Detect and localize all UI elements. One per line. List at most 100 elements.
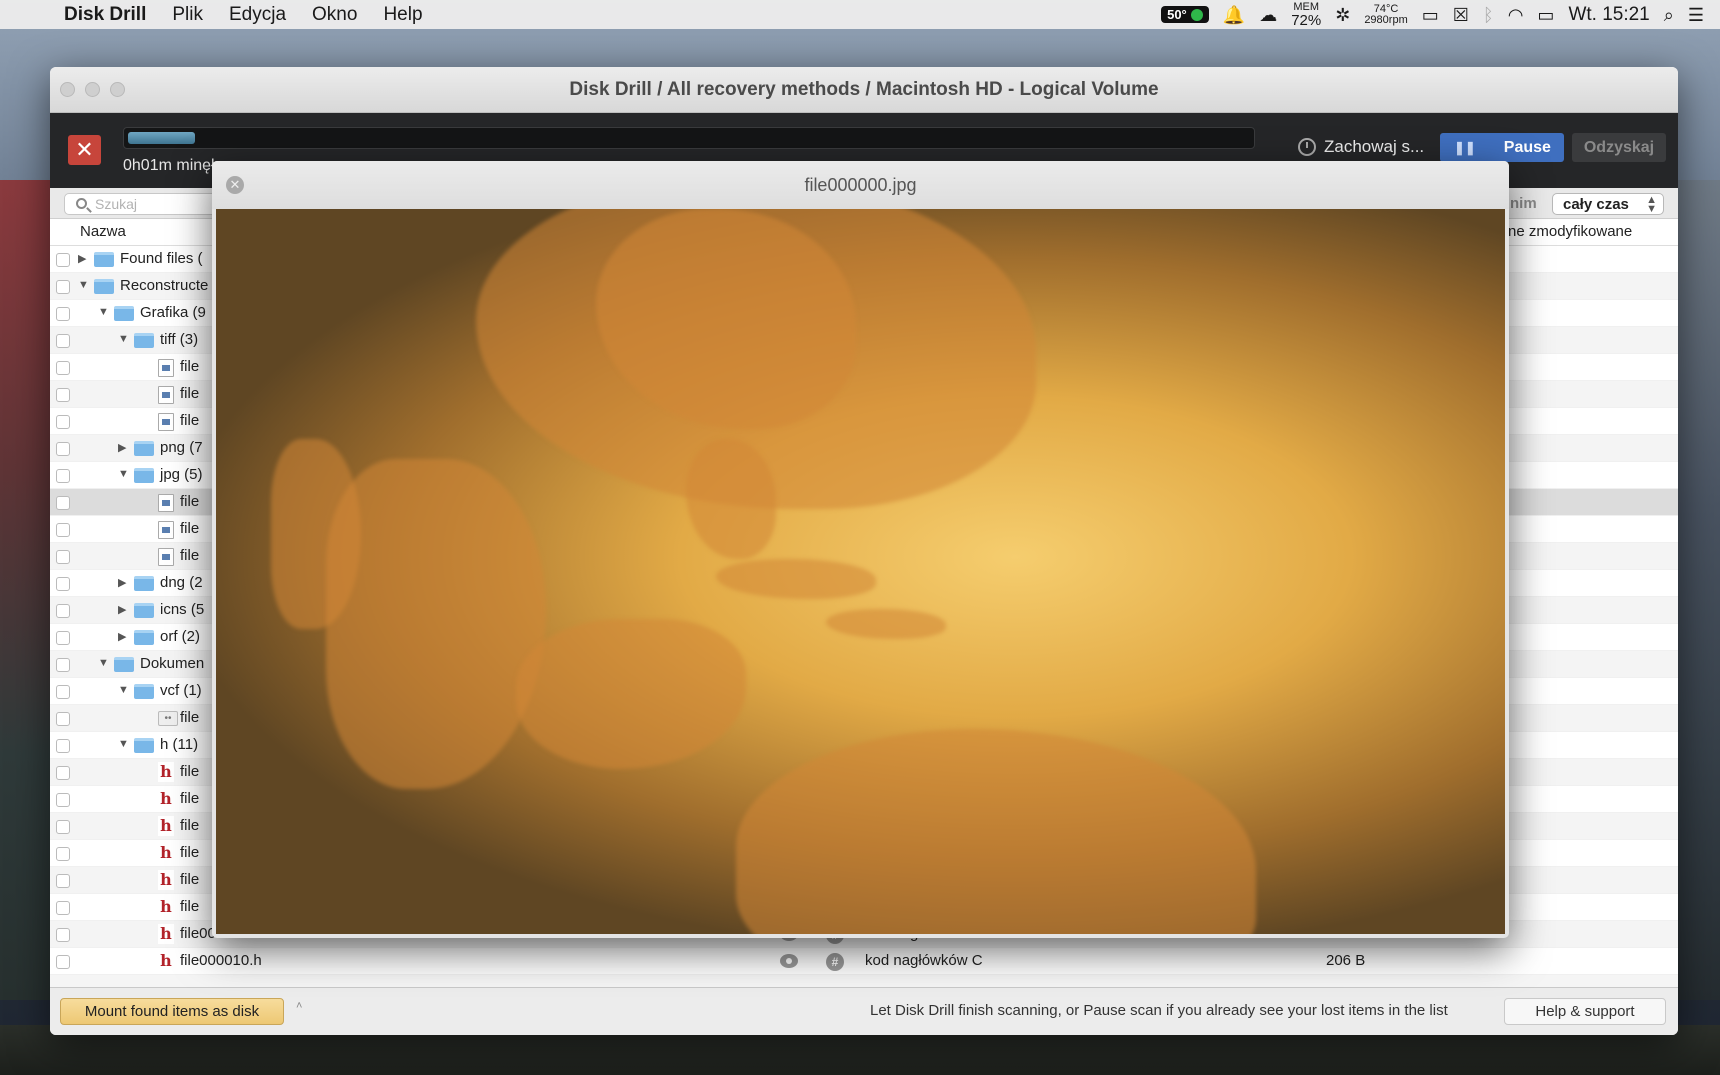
window-titlebar[interactable]: Disk Drill / All recovery methods / Maci… [50, 67, 1678, 113]
header-file-icon: h [158, 870, 174, 890]
row-checkbox[interactable] [56, 334, 70, 348]
row-label: png (7 [160, 439, 203, 456]
row-checkbox[interactable] [56, 550, 70, 564]
row-checkbox[interactable] [56, 712, 70, 726]
notification-center-icon[interactable]: ☰ [1688, 6, 1704, 24]
row-checkbox[interactable] [56, 766, 70, 780]
row-label: file [180, 898, 200, 915]
disclosure-collapsed-icon[interactable]: ▶ [118, 630, 126, 643]
row-checkbox[interactable] [56, 901, 70, 915]
row-checkbox[interactable] [56, 955, 70, 969]
preview-close-button[interactable]: ✕ [226, 176, 244, 194]
mount-disk-button[interactable]: Mount found items as disk [60, 998, 284, 1025]
row-checkbox[interactable] [56, 388, 70, 402]
menu-okno[interactable]: Okno [312, 4, 357, 26]
header-file-icon: h [158, 951, 174, 971]
image-file-icon [158, 413, 174, 431]
menu-help[interactable]: Help [383, 4, 422, 26]
row-checkbox[interactable] [56, 496, 70, 510]
row-checkbox[interactable] [56, 658, 70, 672]
disclosure-expanded-icon[interactable]: ▼ [118, 684, 129, 696]
battery-icon[interactable]: ▭ [1537, 6, 1554, 24]
row-checkbox[interactable] [56, 415, 70, 429]
row-label: file000010.h [180, 952, 262, 969]
disclosure-expanded-icon[interactable]: ▼ [118, 468, 129, 480]
row-label: file [180, 790, 200, 807]
preview-titlebar[interactable]: ✕ file000000.jpg [212, 161, 1509, 209]
time-filter-select[interactable]: cały czas ▲ ▼ [1552, 193, 1664, 215]
close-window-button[interactable] [60, 82, 75, 97]
folder-icon [134, 468, 154, 483]
quick-look-preview: ✕ file000000.jpg [212, 161, 1509, 938]
row-size: 206 B [1326, 952, 1366, 969]
fan-icon[interactable]: ✲ [1335, 6, 1350, 24]
row-checkbox[interactable] [56, 928, 70, 942]
bluetooth-icon[interactable]: ᛒ [1483, 6, 1494, 24]
row-checkbox[interactable] [56, 307, 70, 321]
cpu-status[interactable]: 74°C 2980rpm [1364, 3, 1407, 26]
row-checkbox[interactable] [56, 442, 70, 456]
recover-button[interactable]: Odzyskaj [1572, 133, 1666, 162]
row-checkbox[interactable] [56, 523, 70, 537]
row-checkbox[interactable] [56, 604, 70, 618]
scan-hint: Let Disk Drill finish scanning, or Pause… [870, 1002, 1448, 1019]
menu-edycja[interactable]: Edycja [229, 4, 286, 26]
row-checkbox[interactable] [56, 874, 70, 888]
elapsed-time: 0h01m minęło [123, 157, 224, 174]
save-session-button[interactable]: Zachowaj s... [1298, 137, 1424, 157]
row-checkbox[interactable] [56, 793, 70, 807]
map-landmass-florida [686, 439, 776, 559]
file-row[interactable]: h file000010.h # kod nagłówków C 206 B [50, 948, 1678, 975]
help-support-button[interactable]: Help & support [1504, 998, 1666, 1025]
hash-icon[interactable]: # [826, 953, 844, 971]
creative-cloud-icon[interactable]: ☁ [1259, 6, 1277, 24]
row-label: file [180, 358, 200, 375]
column-name[interactable]: Nazwa [80, 223, 126, 240]
disclosure-collapsed-icon[interactable]: ▶ [78, 252, 86, 265]
row-checkbox[interactable] [56, 685, 70, 699]
display-mirroring-icon[interactable]: ▭ [1422, 6, 1439, 24]
row-checkbox[interactable] [56, 739, 70, 753]
row-checkbox[interactable] [56, 820, 70, 834]
folder-icon [134, 441, 154, 456]
row-checkbox[interactable] [56, 280, 70, 294]
disclosure-expanded-icon[interactable]: ▼ [98, 306, 109, 318]
disclosure-expanded-icon[interactable]: ▼ [98, 657, 109, 669]
spotlight-search-icon[interactable]: ⌕ [1664, 6, 1674, 24]
row-checkbox[interactable] [56, 469, 70, 483]
column-modified[interactable]: ne zmodyfikowane [1508, 223, 1632, 240]
app-menu[interactable]: Disk Drill [64, 4, 146, 26]
disclosure-collapsed-icon[interactable]: ▶ [118, 441, 126, 454]
disclosure-expanded-icon[interactable]: ▼ [118, 738, 129, 750]
disclosure-expanded-icon[interactable]: ▼ [78, 279, 89, 291]
temperature-status[interactable]: 50° [1161, 6, 1209, 23]
minimize-window-button[interactable] [85, 82, 100, 97]
mount-options-chevron-icon[interactable]: ˄ [296, 1000, 302, 1012]
notification-bell-icon[interactable]: 🔔 [1223, 6, 1245, 24]
stop-scan-button[interactable]: ✕ [68, 135, 101, 165]
preview-eye-icon[interactable] [780, 954, 798, 968]
map-landmass-south-america [736, 729, 1256, 934]
contact-file-icon: •• [158, 711, 178, 726]
search-input[interactable]: Szukaj [64, 193, 220, 215]
wifi-icon[interactable]: ◠ [1508, 6, 1524, 24]
menu-plik[interactable]: Plik [172, 4, 203, 26]
header-file-icon: h [158, 816, 174, 836]
disclosure-expanded-icon[interactable]: ▼ [118, 333, 129, 345]
disclosure-collapsed-icon[interactable]: ▶ [118, 603, 126, 616]
zoom-window-button[interactable] [110, 82, 125, 97]
row-label: Grafika (9 [140, 304, 206, 321]
image-file-icon [158, 494, 174, 512]
pause-button[interactable]: ❚❚ Pause [1440, 133, 1564, 162]
disclosure-collapsed-icon[interactable]: ▶ [118, 576, 126, 589]
row-checkbox[interactable] [56, 847, 70, 861]
row-label: file [180, 547, 200, 564]
sync-error-icon[interactable]: ☒ [1453, 6, 1469, 24]
folder-icon [134, 630, 154, 645]
row-checkbox[interactable] [56, 577, 70, 591]
clock[interactable]: Wt. 15:21 [1568, 4, 1649, 26]
row-checkbox[interactable] [56, 253, 70, 267]
row-checkbox[interactable] [56, 631, 70, 645]
memory-status[interactable]: MEM 72% [1291, 1, 1321, 28]
row-checkbox[interactable] [56, 361, 70, 375]
